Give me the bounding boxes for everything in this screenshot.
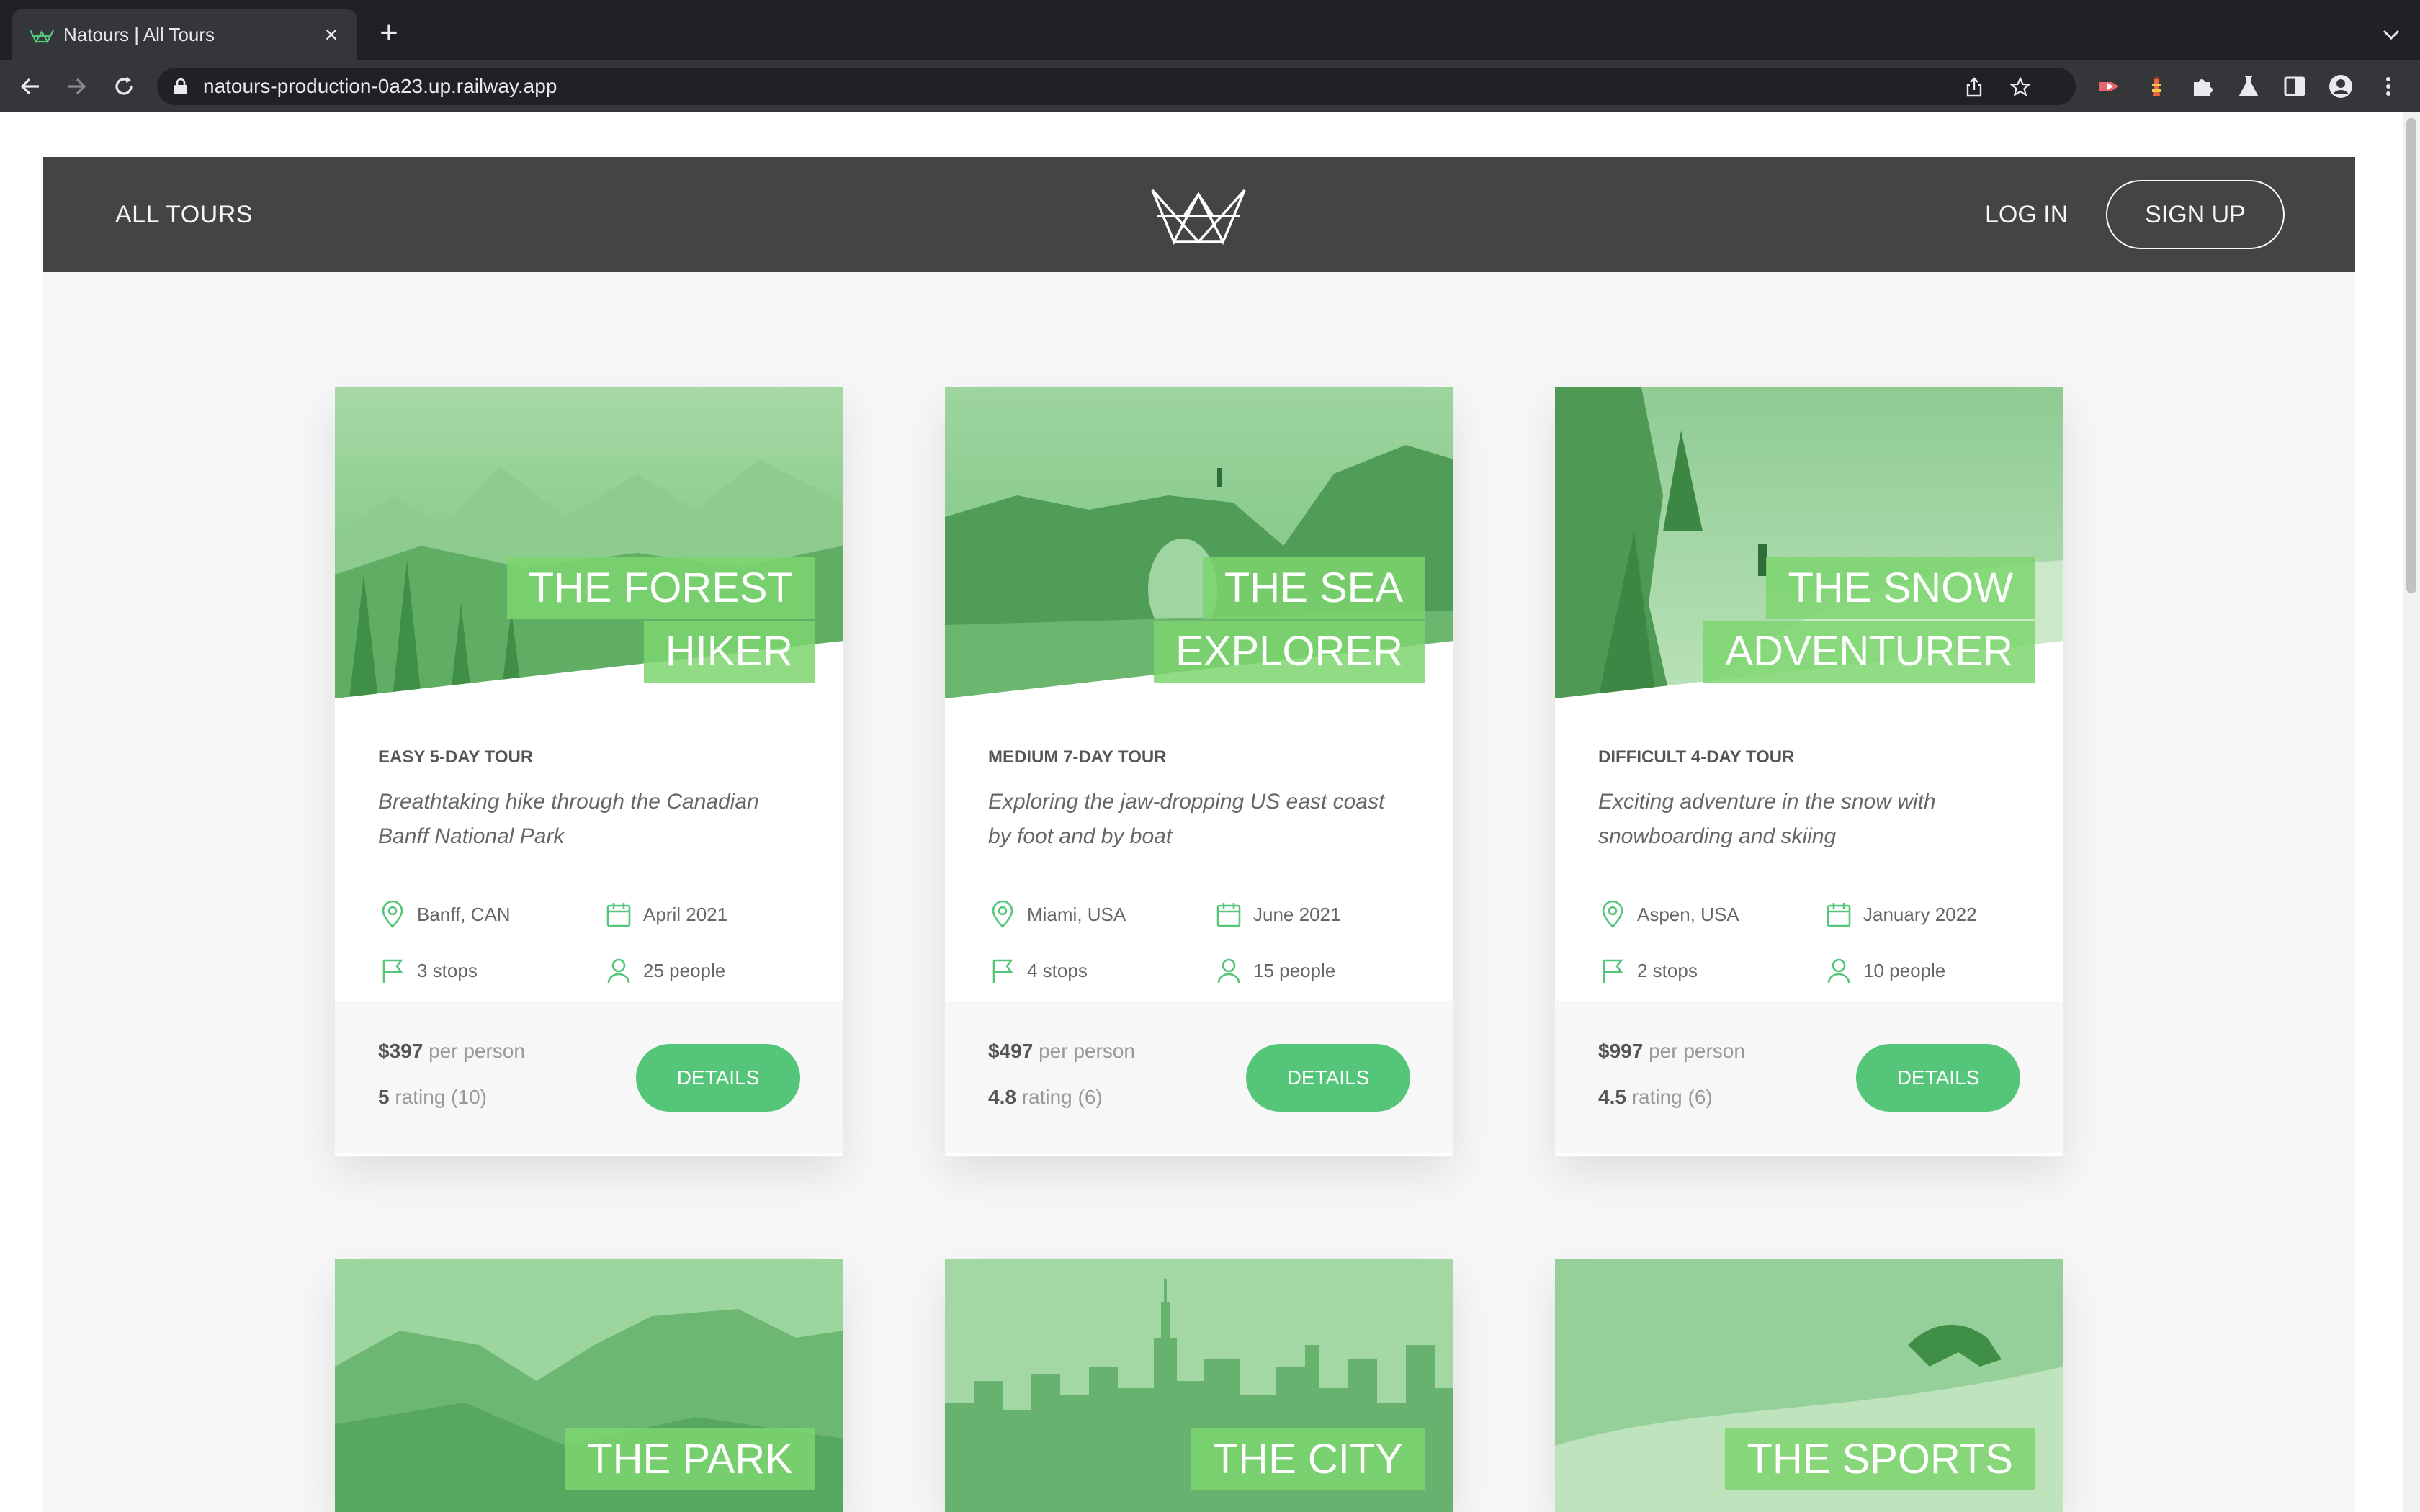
labs-flask-icon[interactable] — [2236, 73, 2262, 99]
tour-summary: Breathtaking hike through the Canadian B… — [378, 790, 759, 848]
user-icon — [607, 958, 630, 984]
tour-summary: Exciting adventure in the snow with snow… — [1598, 790, 1936, 848]
site-header: ALL TOURS LOG IN SIGN UP — [43, 157, 2355, 272]
map-pin-icon — [992, 900, 1013, 928]
details-button[interactable]: DETAILS — [636, 1044, 800, 1112]
extension-record-icon[interactable] — [2096, 73, 2122, 99]
tour-card-header: THE SEA EXPLORER — [945, 387, 1453, 698]
details-button[interactable]: DETAILS — [1856, 1044, 2020, 1112]
browser-menu-icon[interactable] — [2375, 73, 2401, 99]
calendar-icon — [1827, 903, 1851, 927]
tour-card-details: DIFFICULT 4-DAY TOUR Exciting adventure … — [1598, 747, 2023, 984]
tour-card-header: THE SPORTS — [1555, 1259, 2063, 1512]
tour-card-header: THE CITY — [945, 1259, 1453, 1512]
calendar-icon — [606, 903, 631, 927]
tour-card-footer: $397 per person 5 rating (10) DETAILS — [335, 1001, 843, 1153]
bookmark-star-icon[interactable] — [2009, 76, 2031, 98]
forward-arrow-icon[interactable] — [60, 71, 92, 102]
tour-rating: 4.8 rating (6) — [988, 1086, 1103, 1108]
tour-card-header: THE SNOW ADVENTURER — [1555, 387, 2063, 698]
natours-favicon-icon — [30, 30, 54, 44]
nav-signup-button[interactable]: SIGN UP — [2106, 180, 2285, 249]
tour-difficulty: MEDIUM 7-DAY TOUR — [988, 747, 1167, 767]
share-icon[interactable] — [1963, 76, 1985, 98]
tour-card-title: THE FOREST HIKER — [506, 557, 815, 683]
nav-login-link[interactable]: LOG IN — [1985, 157, 2068, 272]
tour-card-title: THE SEA EXPLORER — [1154, 557, 1425, 683]
tour-card-title: THE SPORTS — [1725, 1428, 2035, 1492]
extension-lighthouse-icon[interactable] — [2143, 73, 2169, 99]
details-button[interactable]: DETAILS — [1246, 1044, 1410, 1112]
profile-avatar-icon[interactable] — [2328, 73, 2354, 99]
tab-close-icon[interactable]: × — [317, 20, 346, 49]
tour-grid: THE FOREST HIKER EASY 5-DAY TOUR Breatht… — [43, 272, 2355, 1512]
tour-card-footer: $497 per person 4.8 rating (6) DETAILS — [945, 1001, 1453, 1153]
flag-icon — [1603, 959, 1623, 983]
tour-difficulty: DIFFICULT 4-DAY TOUR — [1598, 747, 1795, 767]
tour-card: THE CITY — [945, 1259, 1453, 1512]
tour-card-details: EASY 5-DAY TOUR Breathtaking hike throug… — [378, 747, 803, 984]
flag-icon — [382, 959, 403, 983]
tour-card-header: THE FOREST HIKER — [335, 387, 843, 698]
tour-card: THE SNOW ADVENTURER DIFFICULT 4-DAY TOUR… — [1555, 387, 2063, 1156]
reload-icon[interactable] — [108, 71, 140, 102]
lock-icon[interactable] — [173, 78, 189, 95]
tour-rating: 4.5 rating (6) — [1598, 1086, 1713, 1108]
tour-rating: 5 rating (10) — [378, 1086, 487, 1108]
tour-card-footer: $997 per person 4.5 rating (6) DETAILS — [1555, 1001, 2063, 1153]
tour-price: $497 per person — [988, 1040, 1135, 1062]
tab-search-chevron-icon[interactable] — [2378, 22, 2404, 48]
tour-price: $997 per person — [1598, 1040, 1745, 1062]
tour-card: THE SPORTS — [1555, 1259, 2063, 1512]
web-page: ALL TOURS LOG IN SIGN UP THE FOREST HIKE… — [0, 112, 2403, 1512]
tour-card: THE PARK — [335, 1259, 843, 1512]
tour-card-header: THE PARK — [335, 1259, 843, 1512]
map-pin-icon — [382, 900, 403, 928]
natours-logo-icon[interactable] — [1150, 181, 1247, 248]
calendar-icon — [1216, 903, 1241, 927]
user-icon — [1217, 958, 1240, 984]
user-icon — [1827, 958, 1850, 984]
tour-card: THE FOREST HIKER EASY 5-DAY TOUR Breatht… — [335, 387, 843, 1156]
tour-card-title: THE CITY — [1191, 1428, 1425, 1492]
tour-card-details: MEDIUM 7-DAY TOUR Exploring the jaw-drop… — [988, 747, 1413, 984]
url-text: natours-production-0a23.up.railway.app — [203, 75, 557, 97]
tour-difficulty: EASY 5-DAY TOUR — [378, 747, 534, 767]
nav-all-tours-link[interactable]: ALL TOURS — [115, 157, 253, 272]
address-bar[interactable]: natours-production-0a23.up.railway.app — [157, 68, 2076, 105]
tour-card-title: THE PARK — [565, 1428, 815, 1492]
extensions-puzzle-icon[interactable] — [2190, 73, 2215, 99]
tour-price: $397 per person — [378, 1040, 525, 1062]
browser-toolbar: natours-production-0a23.up.railway.app — [0, 60, 2420, 112]
tour-card: THE SEA EXPLORER MEDIUM 7-DAY TOUR Explo… — [945, 387, 1453, 1156]
browser-tabstrip: Natours | All Tours × + — [0, 0, 2420, 60]
page-scrollbar-thumb[interactable] — [2406, 118, 2416, 593]
tour-summary: Exploring the jaw-dropping US east coast… — [988, 790, 1385, 848]
map-pin-icon — [1602, 900, 1623, 928]
flag-icon — [992, 959, 1013, 983]
tab-title: Natours | All Tours — [63, 24, 215, 45]
back-arrow-icon[interactable] — [14, 71, 46, 102]
new-tab-icon[interactable]: + — [372, 17, 406, 52]
tour-card-title: THE SNOW ADVENTURER — [1703, 557, 2035, 683]
browser-tab-active[interactable]: Natours | All Tours × — [12, 9, 357, 60]
side-panel-icon[interactable] — [2282, 73, 2308, 99]
